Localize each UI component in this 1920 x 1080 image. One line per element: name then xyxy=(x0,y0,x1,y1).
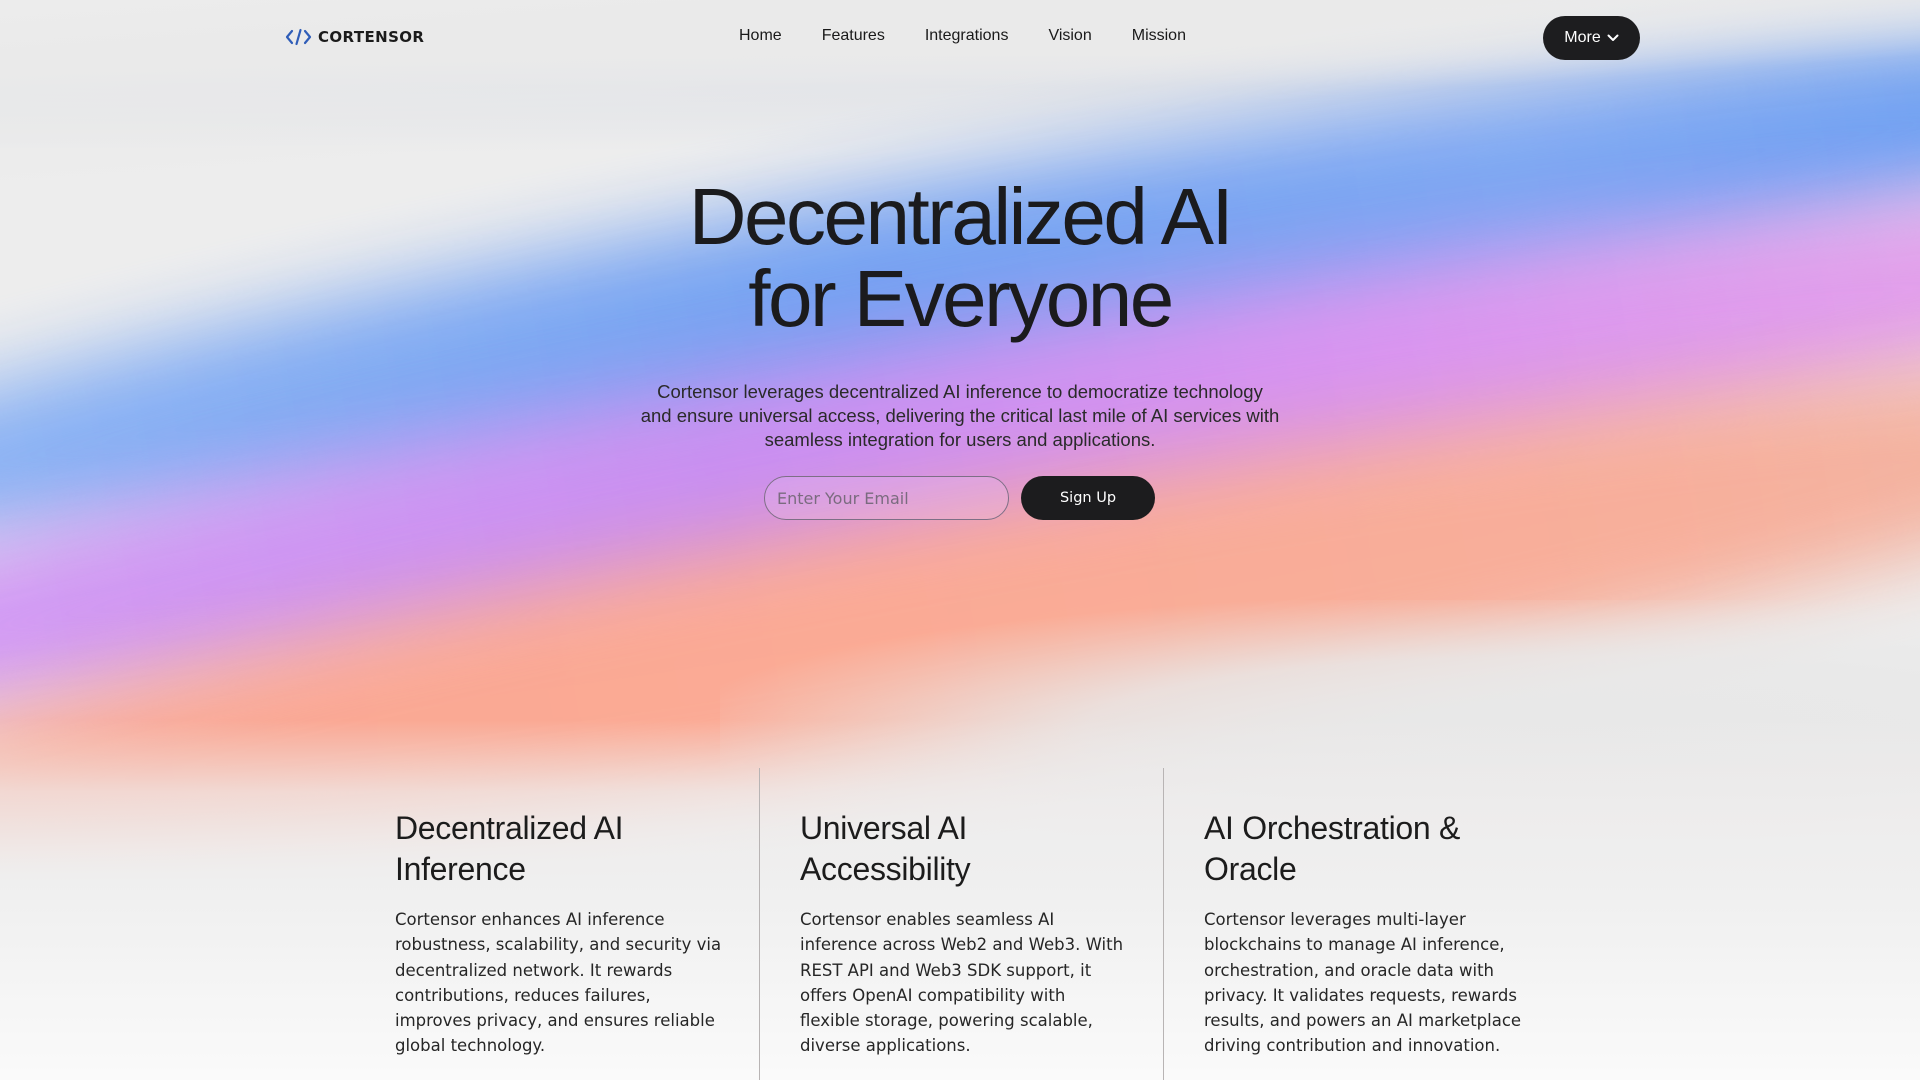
feature-card-universal-accessibility: Universal AI Accessibility Cortensor ena… xyxy=(759,768,1163,1080)
more-button-label: More xyxy=(1564,29,1601,46)
nav-link-home[interactable]: Home xyxy=(739,27,782,45)
feature-description: Cortensor leverages multi-layer blockcha… xyxy=(1204,910,1522,1056)
logo-text: CORTENSOR xyxy=(318,28,425,46)
hero-title: Decentralized AI for Everyone xyxy=(0,176,1920,340)
signup-form: Sign Up xyxy=(764,476,1155,520)
feature-title: Decentralized AI Inference xyxy=(395,810,624,887)
top-navigation: CORTENSOR Home Features Integrations Vis… xyxy=(0,0,1920,76)
feature-description: Cortensor enhances AI inference robustne… xyxy=(395,910,722,1056)
feature-title: AI Orchestration & Oracle xyxy=(1204,810,1461,887)
nav-link-vision[interactable]: Vision xyxy=(1048,27,1091,45)
nav-links: Home Features Integrations Vision Missio… xyxy=(739,27,1186,45)
feature-card-decentralized-inference: Decentralized AI Inference Cortensor enh… xyxy=(355,768,759,1080)
code-brackets-icon xyxy=(285,28,312,46)
sign-up-button[interactable]: Sign Up xyxy=(1021,476,1155,520)
hero-subtitle: Cortensor leverages decentralized AI inf… xyxy=(640,381,1280,450)
hero-title-line-2: for Everyone xyxy=(748,254,1174,343)
nav-link-features[interactable]: Features xyxy=(822,27,885,45)
email-input[interactable] xyxy=(764,476,1009,520)
hero-title-line-1: Decentralized AI xyxy=(688,172,1234,261)
logo[interactable]: CORTENSOR xyxy=(285,27,424,47)
chevron-down-icon xyxy=(1607,34,1619,41)
nav-link-mission[interactable]: Mission xyxy=(1132,27,1186,45)
feature-description: Cortensor enables seamless AI inference … xyxy=(800,910,1124,1056)
nav-link-integrations[interactable]: Integrations xyxy=(925,27,1009,45)
features-section: Decentralized AI Inference Cortensor enh… xyxy=(355,768,1567,1080)
feature-title: Universal AI Accessibility xyxy=(800,810,971,887)
more-dropdown-button[interactable]: More xyxy=(1543,16,1640,60)
feature-card-orchestration-oracle: AI Orchestration & Oracle Cortensor leve… xyxy=(1163,768,1567,1080)
